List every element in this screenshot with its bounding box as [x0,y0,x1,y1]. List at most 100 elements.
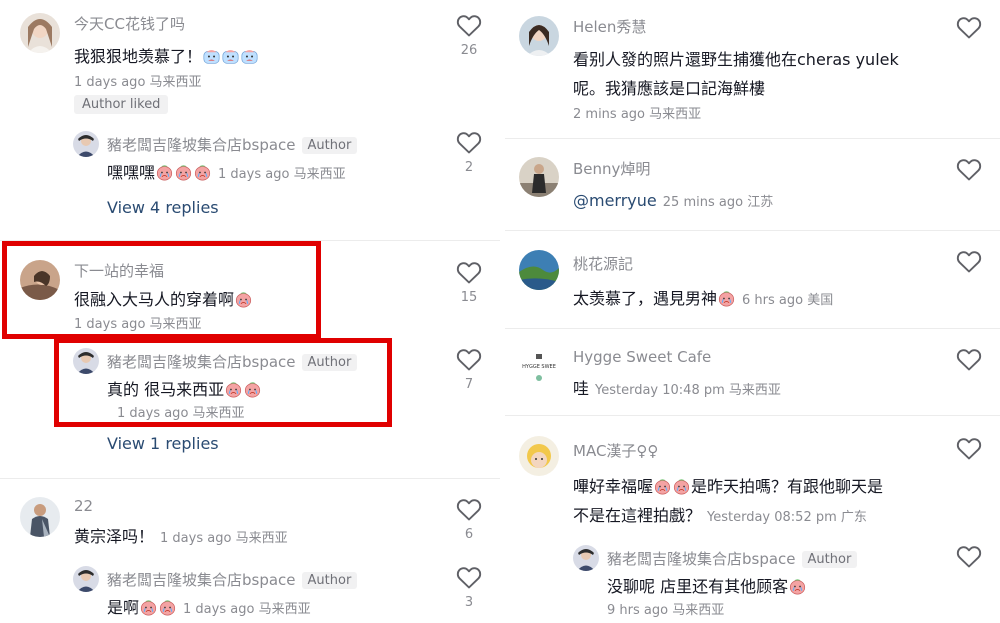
comment-meta: Yesterday 08:52 pm 广东 [707,510,867,525]
like-heart-icon[interactable] [956,158,982,182]
comment-text: 呢。我猜應該是口記海鮮樓 [573,79,766,98]
like-heart-icon[interactable] [456,566,482,590]
like-heart-icon[interactable] [956,250,982,274]
reply-location: 马来西亚 [293,167,346,182]
divider [505,328,1000,329]
comment-body: 黄宗泽吗！ [74,527,155,546]
like-count: 2 [464,160,474,175]
avatar[interactable] [519,157,559,197]
author-tag: Author [301,137,358,154]
comment-meta: 25 mins ago 江苏 [663,195,773,210]
like-heart-icon[interactable] [456,498,482,522]
like-heart-icon[interactable] [956,437,982,461]
like-heart-icon[interactable] [956,545,982,569]
divider [505,138,1000,139]
left-comment-panel: 今天CC花钱了吗 我狠狠地羡慕了！ 1 days ago 马来西亚 Author… [0,0,500,623]
avatar[interactable] [20,13,60,53]
reply-body: 没聊呢 店里还有其他顾客 [607,577,789,596]
comment-location: 马来西亚 [728,383,781,398]
avatar[interactable] [519,250,559,290]
comment-time: 1 days ago [74,75,146,90]
comment-body: 太羡慕了，遇見男神 [573,289,718,308]
emoji-icon [241,48,258,65]
comment-time: 6 hrs ago [742,293,804,308]
peach-emoji-icon [654,478,671,495]
avatar[interactable] [20,497,60,537]
like-heart-icon[interactable] [456,261,482,285]
mention-link[interactable]: @merryue [573,191,657,210]
comment-time: 1 days ago [160,531,232,546]
author-tag: Author [301,572,358,589]
avatar-text: HYGGE SWEE [522,364,556,370]
comment-body: 我狠狠地羡慕了！ [74,47,203,66]
reply-time: 9 hrs ago [607,603,669,618]
reply-text: 是啊 1 days ago 马来西亚 [107,593,311,623]
divider [0,478,500,479]
avatar[interactable] [519,436,559,476]
reply-username[interactable]: 豬老闆吉隆坡集合店bspace Author [107,134,358,155]
comment-time: Yesterday 08:52 pm [707,510,837,525]
like-heart-icon[interactable] [456,14,482,38]
like-heart-icon[interactable] [456,348,482,372]
peach-emoji-icon [159,599,176,616]
comment-text: 我狠狠地羡慕了！ [74,42,259,71]
comment-username[interactable]: 桃花源記 [573,253,633,274]
comment-username[interactable]: Hygge Sweet Cafe [573,348,711,366]
comment-body: 是昨天拍嗎？有跟他聊天是 [691,477,884,496]
comment-text: 嗶好幸福喔 是昨天拍嗎？有跟他聊天是 [573,472,883,501]
like-heart-icon[interactable] [956,348,982,372]
comment-meta: 1 days ago 马来西亚 [74,71,202,90]
like-count: 15 [460,290,478,305]
comment-username[interactable]: Helen秀慧 [573,16,646,37]
right-comment-panel: Helen秀慧 看别人發的照片還野生捕獲他在cheras yulek 呢。我猜應… [505,0,1000,623]
comment-meta: 1 days ago 马来西亚 [160,531,288,546]
comment-username[interactable]: 22 [74,497,93,515]
divider [505,415,1000,416]
reply-meta: 1 days ago 马来西亚 [183,602,311,617]
view-replies-link[interactable]: View 1 replies [107,434,219,453]
avatar[interactable] [73,131,99,157]
emoji-icon [203,48,220,65]
avatar[interactable] [573,545,599,571]
comment-meta: Yesterday 10:48 pm 马来西亚 [595,383,781,398]
divider [505,230,1000,231]
like-count: 26 [460,43,478,58]
reply-text: 没聊呢 店里还有其他顾客 [607,572,807,601]
avatar[interactable]: HYGGE SWEE [519,348,559,388]
comment-username[interactable]: MAC漢子♀♀ [573,440,658,461]
like-count: 7 [464,377,474,392]
reply-time: 1 days ago [218,167,290,182]
avatar[interactable] [519,16,559,56]
view-replies-link[interactable]: View 4 replies [107,198,219,217]
author-liked-badge: Author liked [74,95,169,114]
comment-location: 马来西亚 [649,107,702,122]
comment-text: 看别人發的照片還野生捕獲他在cheras yulek [573,50,899,69]
comment-body: 不是在這裡拍戲？ [573,506,702,525]
reply-meta: 1 days ago 马来西亚 [218,167,346,182]
comment-location: 美国 [807,293,834,308]
reply-meta: 9 hrs ago 马来西亚 [607,599,724,618]
reply-username[interactable]: 豬老闆吉隆坡集合店bspace Author [607,548,858,569]
reply-body: 是啊 [107,598,140,617]
comment-text: 哇 Yesterday 10:48 pm 马来西亚 [573,374,781,405]
like-count: 6 [464,527,474,542]
reply-body: 嘿嘿嘿 [107,163,156,182]
reply-time: 1 days ago [183,602,255,617]
comment-body: 哇 [573,379,590,398]
reply-text: 嘿嘿嘿 1 days ago 马来西亚 [107,158,346,189]
like-count: 3 [464,595,474,610]
peach-emoji-icon [156,164,173,181]
like-heart-icon[interactable] [956,16,982,40]
comment-username[interactable]: 今天CC花钱了吗 [74,13,185,34]
highlight-box [2,241,321,339]
comment-meta: 6 hrs ago 美国 [742,293,833,308]
reply-username-text: 豬老闆吉隆坡集合店bspace [107,136,296,154]
comment-text: 不是在這裡拍戲？ Yesterday 08:52 pm 广东 [573,501,867,532]
peach-emoji-icon [194,164,211,181]
comment-username[interactable]: Benny焯明 [573,158,650,179]
comment-meta: 2 mins ago 马来西亚 [573,103,701,122]
reply-location: 马来西亚 [672,603,725,618]
avatar[interactable] [73,566,99,592]
reply-username[interactable]: 豬老闆吉隆坡集合店bspace Author [107,569,358,590]
like-heart-icon[interactable] [456,131,482,155]
